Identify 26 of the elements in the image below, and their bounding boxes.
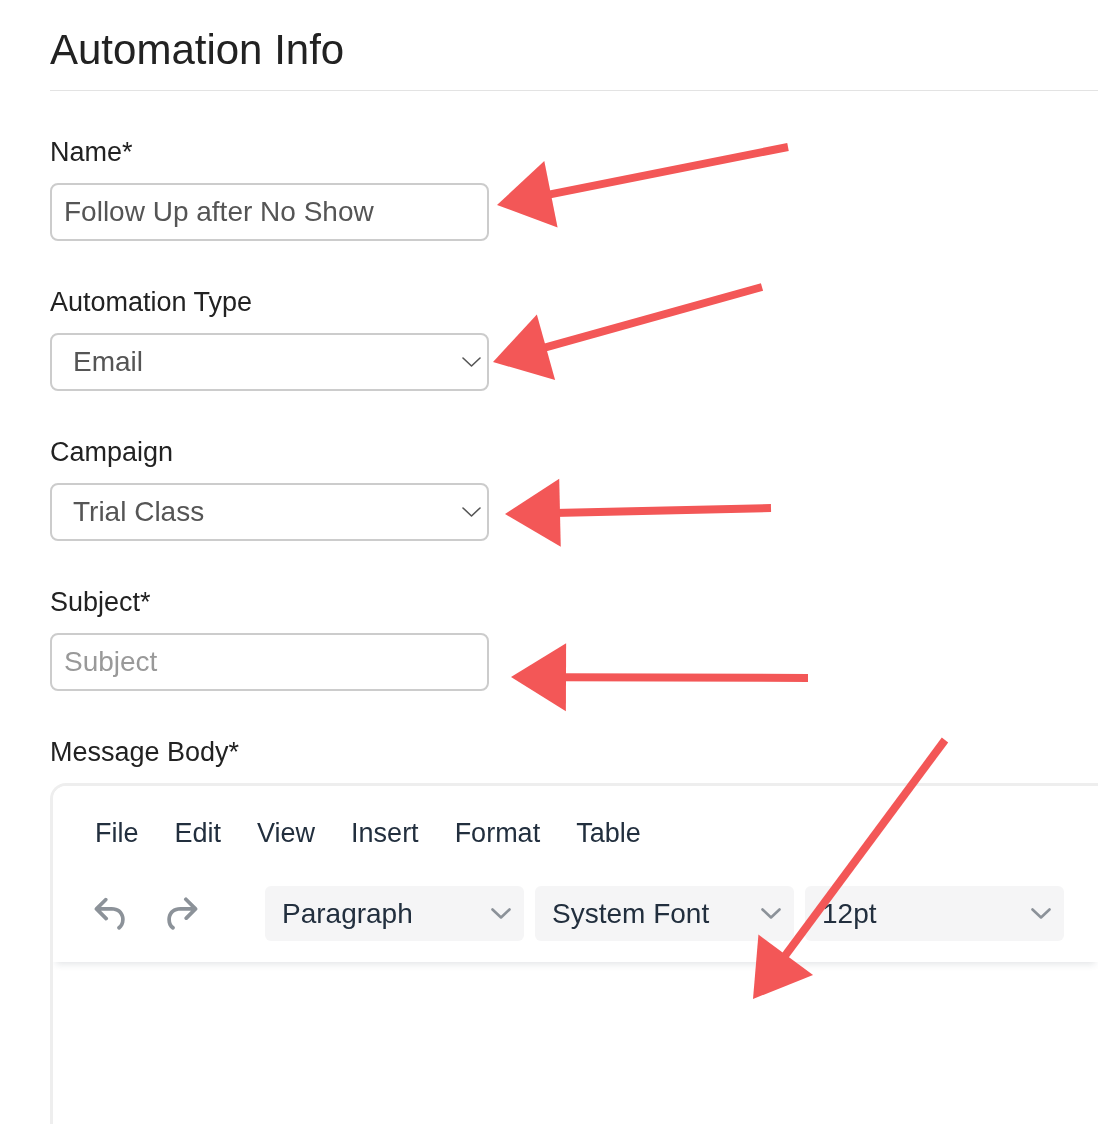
chevron-down-icon [462,357,481,367]
toolbar-dropdown[interactable]: Paragraph [265,886,524,941]
toolbar-dropdown[interactable]: 12pt [805,886,1064,941]
menu-item[interactable]: Edit [164,808,232,858]
menu-item[interactable]: View [247,808,326,858]
text-input[interactable]: Subject [50,633,489,691]
field-label: Automation Type [50,286,253,319]
chevron-down-icon [491,908,511,919]
dropdown-select[interactable]: Trial Class [50,483,489,541]
menu-item[interactable]: Table [566,808,651,858]
menu-item[interactable]: Format [444,808,551,858]
field-label: Subject* [50,586,151,619]
chevron-down-icon [1031,908,1051,919]
text-input[interactable]: Follow Up after No Show [50,183,489,241]
chevron-down-icon [462,507,481,517]
menu-item[interactable]: Insert [341,808,429,858]
toolbar-dropdown[interactable]: System Font [535,886,794,941]
redo-icon [167,897,198,930]
field-label: Message Body* [50,736,240,769]
menu-item[interactable]: File [85,808,149,858]
field-label: Name* [50,136,133,169]
undo-icon [94,897,125,930]
page-title: Automation Info [50,25,345,75]
field-label: Campaign [50,436,174,469]
chevron-down-icon [761,908,781,919]
dropdown-select[interactable]: Email [50,333,489,391]
